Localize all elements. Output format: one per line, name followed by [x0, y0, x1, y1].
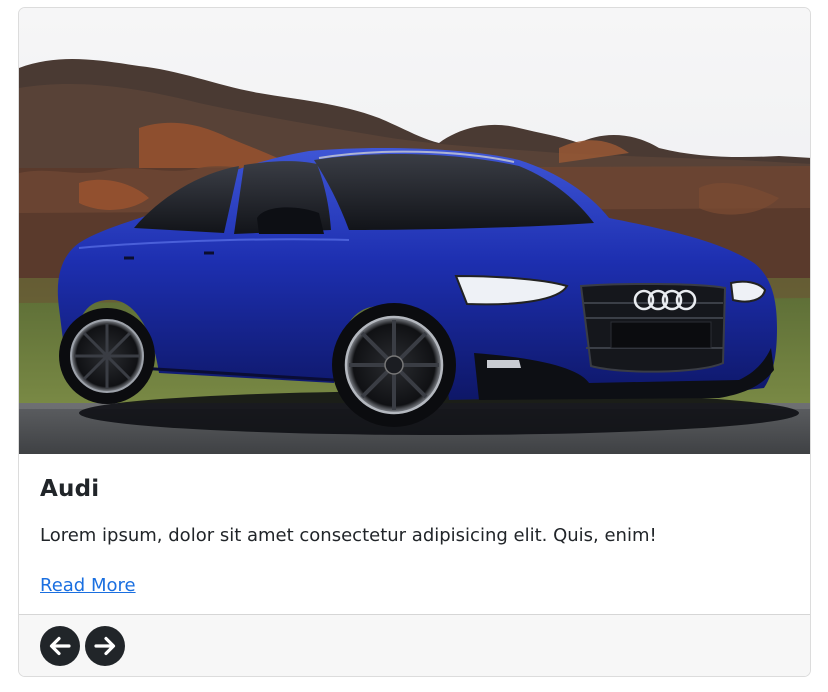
next-button[interactable]	[85, 626, 125, 666]
arrow-right-circle-icon	[94, 636, 116, 656]
car-image	[19, 8, 810, 454]
card-description: Lorem ipsum, dolor sit amet consectetur …	[40, 525, 657, 546]
arrow-left-circle-icon	[49, 636, 71, 656]
read-more-link[interactable]: Read More	[40, 575, 136, 596]
prev-button[interactable]	[40, 626, 80, 666]
card-body: Audi Lorem ipsum, dolor sit amet consect…	[19, 454, 810, 614]
card-title: Audi	[40, 476, 100, 502]
card-footer	[19, 614, 810, 676]
slider-card: Audi Lorem ipsum, dolor sit amet consect…	[18, 7, 811, 677]
